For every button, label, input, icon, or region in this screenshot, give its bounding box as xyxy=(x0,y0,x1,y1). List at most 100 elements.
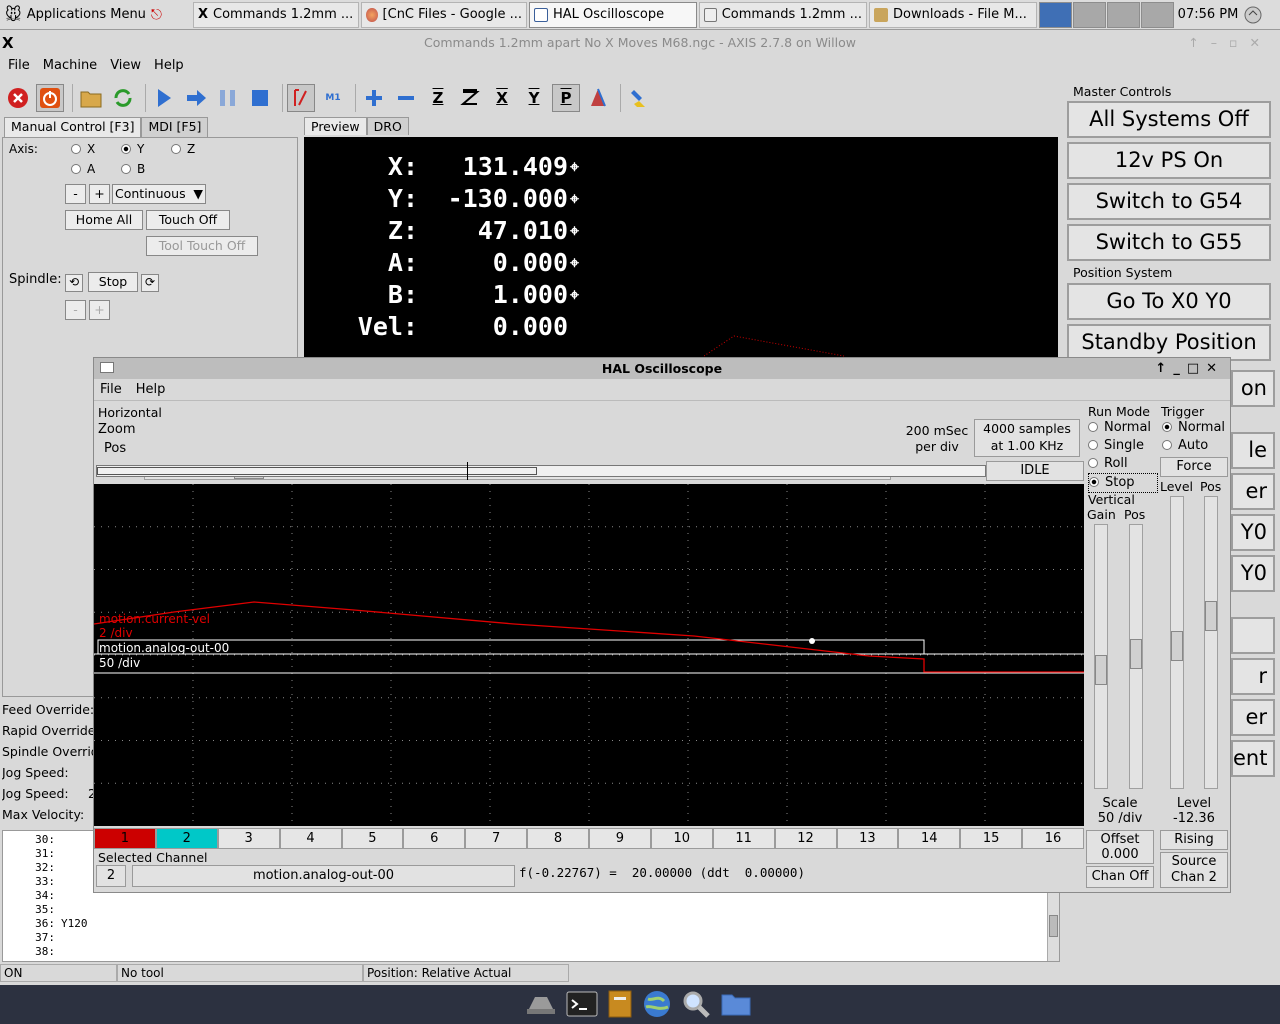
view-x-button[interactable]: X xyxy=(488,84,516,112)
channel-button-16[interactable]: 16 xyxy=(1022,828,1084,849)
spindle-cw-icon[interactable]: ⟳ xyxy=(141,274,159,292)
task-axis-2[interactable]: Commands 1.2mm ... xyxy=(699,1,867,28)
channel-button-9[interactable]: 9 xyxy=(589,828,651,849)
scope-menu-file[interactable]: File xyxy=(100,379,122,400)
channel-button-15[interactable]: 15 xyxy=(960,828,1023,849)
gcode-line[interactable]: 38: xyxy=(3,945,1059,959)
run-button[interactable] xyxy=(150,84,178,112)
jog-minus-button[interactable]: - xyxy=(65,184,86,204)
channel-button-5[interactable]: 5 xyxy=(341,828,404,849)
jog-mode-select[interactable]: Continuous ▼ xyxy=(112,184,206,204)
open-file-button[interactable] xyxy=(77,84,105,112)
view-p-button[interactable]: P xyxy=(552,83,580,112)
view-y-button[interactable]: Y xyxy=(520,84,548,112)
web-browser-icon[interactable] xyxy=(642,989,672,1022)
spindle-ccw-icon[interactable]: ⟲ xyxy=(65,274,83,292)
zoom-in-button[interactable] xyxy=(360,84,388,112)
terminal-icon[interactable] xyxy=(566,990,598,1021)
goto-x0y0-button[interactable]: Go To X0 Y0 xyxy=(1067,283,1271,320)
touch-off-button[interactable]: Touch Off xyxy=(146,210,230,230)
workspace-4[interactable] xyxy=(1141,1,1174,28)
gain-slider-knob[interactable] xyxy=(1095,655,1107,685)
vpos-slider-knob[interactable] xyxy=(1130,639,1142,669)
task-axis-1[interactable]: X Commands 1.2mm ... xyxy=(193,1,359,28)
trigger-level-slider[interactable] xyxy=(1170,496,1184,789)
trigger-source-button[interactable]: Source Chan 2 xyxy=(1160,852,1228,888)
tab-manual-control[interactable]: Manual Control [F3] xyxy=(4,117,142,137)
axis-radio-y[interactable]: Y xyxy=(121,142,144,156)
applications-menu[interactable]: 🐭 Applications Menu ⎋ xyxy=(1,2,191,28)
estop-button[interactable] xyxy=(4,84,32,112)
preview-canvas[interactable]: X: 131.409 ⌖ Y: -130.000 ⌖ Z: 47.010 ⌖ A: 0.000 ⌖ B:… xyxy=(304,137,1058,359)
step-button[interactable] xyxy=(182,84,210,112)
gcode-line[interactable]: 35: xyxy=(3,903,1059,917)
block-delete-button[interactable] xyxy=(287,83,315,112)
partial-button-2[interactable]: le xyxy=(1231,432,1275,469)
trigger-mode-auto[interactable]: Auto xyxy=(1162,437,1232,455)
partial-button-7[interactable]: r xyxy=(1231,658,1275,695)
spindle-minus-button[interactable]: - xyxy=(65,300,86,320)
trigger-pos-knob[interactable] xyxy=(1205,601,1217,631)
task-browser[interactable]: [CnC Files - Google ... xyxy=(361,1,527,28)
search-icon[interactable] xyxy=(681,989,711,1022)
standby-position-button[interactable]: Standby Position xyxy=(1067,324,1271,361)
view-z-button[interactable]: Z xyxy=(424,84,452,112)
workspace-3[interactable] xyxy=(1107,1,1140,28)
task-hal-scope[interactable]: HAL Oscilloscope xyxy=(529,1,697,28)
pause-button[interactable] xyxy=(214,84,242,112)
tab-dro[interactable]: DRO xyxy=(366,117,409,135)
channel-button-2[interactable]: 2 xyxy=(155,828,218,849)
channel-button-12[interactable]: 12 xyxy=(774,828,837,849)
switch-g54-button[interactable]: Switch to G54 xyxy=(1067,183,1271,220)
12v-ps-on-button[interactable]: 12v PS On xyxy=(1067,142,1271,179)
power-button[interactable] xyxy=(36,83,64,112)
menu-machine[interactable]: Machine xyxy=(43,55,97,77)
reload-button[interactable] xyxy=(109,84,137,112)
partial-button-9[interactable]: ent xyxy=(1231,740,1275,777)
zoom-out-button[interactable] xyxy=(392,84,420,112)
partial-button-3[interactable]: er xyxy=(1231,473,1275,510)
channel-button-13[interactable]: 13 xyxy=(836,828,899,849)
run-mode-roll[interactable]: Roll xyxy=(1088,455,1158,473)
spindle-plus-button[interactable]: + xyxy=(89,300,110,320)
optional-stop-button[interactable]: M1 xyxy=(319,84,347,112)
trigger-mode-normal[interactable]: Normal xyxy=(1162,419,1232,437)
menu-help[interactable]: Help xyxy=(154,55,184,77)
switch-g55-button[interactable]: Switch to G55 xyxy=(1067,224,1271,261)
channel-button-14[interactable]: 14 xyxy=(898,828,961,849)
rising-button[interactable]: Rising xyxy=(1160,830,1228,850)
scope-window-controls[interactable]: ↑_□✕ xyxy=(1155,358,1224,379)
partial-button-1[interactable]: on xyxy=(1231,370,1275,407)
partial-button-4[interactable]: Y0 xyxy=(1231,514,1275,551)
scope-menu-help[interactable]: Help xyxy=(136,379,166,400)
spindle-stop-button[interactable]: Stop xyxy=(88,272,138,292)
axis-radio-b[interactable]: B xyxy=(121,162,145,176)
rotate-view-button[interactable] xyxy=(584,84,612,112)
channel-button-3[interactable]: 3 xyxy=(217,828,280,849)
file-manager-icon[interactable] xyxy=(607,989,633,1022)
axis-radio-a[interactable]: A xyxy=(71,162,95,176)
power-icon[interactable] xyxy=(1242,4,1264,26)
axis-radio-x[interactable]: X xyxy=(71,142,95,156)
selected-channel-name[interactable]: motion.analog-out-00 xyxy=(132,865,515,887)
gain-slider[interactable] xyxy=(1094,524,1108,789)
stop-button[interactable] xyxy=(246,84,274,112)
partial-button-5[interactable]: Y0 xyxy=(1231,555,1275,592)
all-systems-off-button[interactable]: All Systems Off xyxy=(1067,101,1271,138)
view-z2-button[interactable] xyxy=(456,84,484,112)
trigger-pos-slider[interactable] xyxy=(1204,496,1218,789)
tab-preview[interactable]: Preview xyxy=(304,117,367,135)
offset-button[interactable]: Offset 0.000 xyxy=(1086,830,1154,864)
workspace-2[interactable] xyxy=(1073,1,1106,28)
channel-button-8[interactable]: 8 xyxy=(527,828,589,849)
partial-button-8[interactable]: er xyxy=(1231,699,1275,736)
run-mode-normal[interactable]: Normal xyxy=(1088,419,1158,437)
channel-button-1[interactable]: 1 xyxy=(94,828,156,849)
menu-view[interactable]: View xyxy=(110,55,141,77)
folder-icon[interactable] xyxy=(720,991,752,1020)
channel-button-11[interactable]: 11 xyxy=(712,828,775,849)
window-controls[interactable]: ↑–▫✕ xyxy=(1188,31,1272,55)
home-all-button[interactable]: Home All xyxy=(65,210,143,230)
gcode-line[interactable]: 36: Y120 xyxy=(3,917,1059,931)
tab-mdi[interactable]: MDI [F5] xyxy=(141,117,209,137)
